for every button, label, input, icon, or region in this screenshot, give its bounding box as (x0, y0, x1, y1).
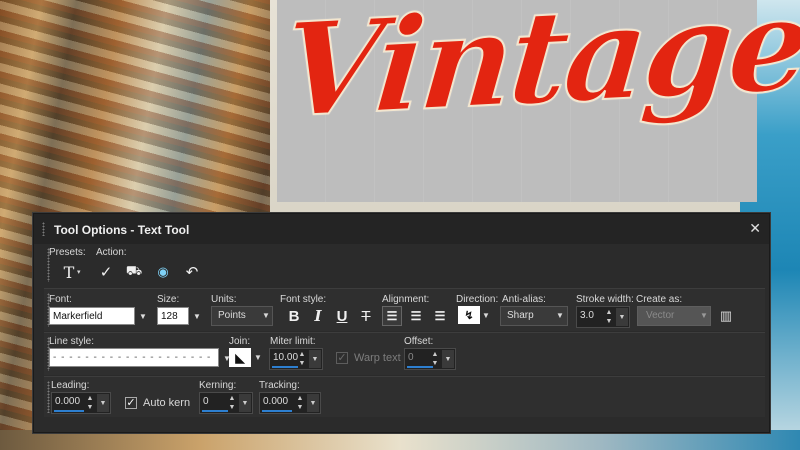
size-field[interactable]: 128 (157, 307, 189, 325)
drag-grip[interactable] (42, 222, 45, 236)
chevron-down-icon[interactable]: ▼ (262, 311, 270, 320)
chevron-down-icon[interactable]: ▼ (616, 308, 628, 326)
spin-arrows-icon[interactable]: ▲ ▼ (429, 350, 441, 368)
stroke-width-label: Stroke width: (576, 294, 634, 305)
direction-label: Direction: (456, 294, 499, 305)
join-label: Join: (229, 336, 251, 347)
leading-value: 0.000 (55, 396, 81, 407)
photo-bottom-strip (0, 430, 800, 450)
chevron-down-icon[interactable]: ▼ (137, 307, 149, 325)
kerning-value: 0 (203, 396, 209, 407)
leading-slider[interactable] (54, 410, 84, 412)
spin-arrows-icon[interactable]: ▲ ▼ (84, 394, 96, 412)
align-right-icon[interactable]: ☰ (430, 306, 450, 326)
warp-text-label: Warp text (354, 352, 401, 364)
kerning-spinner[interactable]: 0 ▲ ▼ ▼ (199, 392, 253, 414)
align-left-icon[interactable]: ☰ (382, 306, 402, 326)
stroke-width-spinner[interactable]: 3.0 ▲ ▼ ▼ (576, 306, 630, 328)
font-label: Font: (49, 294, 72, 305)
font-style-label: Font style: (280, 294, 327, 305)
warp-text-checkbox[interactable]: ✓ (336, 352, 348, 364)
offset-spinner[interactable]: 0 ▲ ▼ ▼ (404, 348, 456, 370)
font-field[interactable]: Markerfield (49, 307, 135, 325)
font-row: Font: Markerfield ▼ Size: 128 ▼ Units: P… (44, 288, 765, 331)
underline-button[interactable]: U (332, 306, 352, 326)
size-label: Size: (157, 294, 180, 305)
strikethrough-button[interactable]: T (356, 306, 376, 326)
chevron-down-icon[interactable]: ▼ (191, 307, 203, 325)
tracking-spinner[interactable]: 0.000 ▲ ▼ ▼ (259, 392, 321, 414)
auto-kern-label: Auto kern (143, 397, 191, 409)
join-style-icon[interactable]: ◣ (229, 348, 251, 367)
leading-spinner[interactable]: 0.000 ▲ ▼ ▼ (51, 392, 111, 414)
vintage-text[interactable]: Vintage (276, 0, 800, 148)
convert-to-path-icon[interactable]: ⛟ (124, 262, 144, 282)
units-label: Units: (211, 294, 237, 305)
chevron-down-icon[interactable]: ▼ (239, 394, 251, 412)
miter-limit-value: 10.00 (273, 352, 299, 363)
kerning-slider[interactable] (202, 410, 228, 412)
tracking-slider[interactable] (262, 410, 292, 412)
italic-button[interactable]: I (308, 306, 328, 326)
presets-label: Presets: (49, 247, 86, 258)
spacing-row: Leading: 0.000 ▲ ▼ ▼ ✓ Auto kern Kerning:… (44, 376, 765, 417)
text-properties-icon[interactable]: ▥ (716, 306, 736, 326)
line-style-dropdown[interactable]: - - - - - - - - - - - - - - - - - - - - … (49, 348, 219, 367)
undo-icon[interactable]: ↶ (182, 262, 202, 282)
text-direction-icon[interactable]: ↯ (458, 306, 480, 324)
auto-kern-checkbox[interactable]: ✓ (125, 397, 137, 409)
spin-arrows-icon[interactable]: ▲ ▼ (296, 350, 308, 368)
eye-icon[interactable]: ◉ (153, 262, 173, 282)
presets-row: Presets: Action: T ▾ ✓ ⛟ ◉ ↶ (44, 244, 765, 286)
spin-arrows-icon[interactable]: ▲ ▼ (226, 394, 238, 412)
kerning-label: Kerning: (199, 380, 237, 391)
anti-alias-label: Anti-alias: (502, 294, 546, 305)
row-grip[interactable] (47, 381, 50, 413)
panel-titlebar[interactable]: Tool Options - Text Tool ✕ (34, 214, 769, 244)
spin-arrows-icon[interactable]: ▲ ▼ (294, 394, 306, 412)
bold-button[interactable]: B (284, 306, 304, 326)
chevron-down-icon[interactable]: ▼ (97, 394, 109, 412)
spin-arrows-icon[interactable]: ▲ ▼ (603, 308, 615, 326)
chevron-down-icon[interactable]: ▼ (309, 350, 321, 368)
chevron-down-icon[interactable]: ▼ (556, 311, 564, 320)
miter-limit-label: Miter limit: (270, 336, 316, 347)
stroke-width-value: 3.0 (580, 310, 594, 321)
offset-value: 0 (408, 352, 414, 363)
tracking-label: Tracking: (259, 380, 300, 391)
apply-icon[interactable]: ✓ (96, 262, 116, 282)
miter-limit-slider[interactable] (272, 366, 298, 368)
chevron-down-icon[interactable]: ▼ (307, 394, 319, 412)
line-style-row: Line style: - - - - - - - - - - - - - - … (44, 332, 765, 375)
leading-label: Leading: (51, 380, 90, 391)
offset-label: Offset: (404, 336, 434, 347)
create-as-label: Create as: (636, 294, 683, 305)
miter-limit-spinner[interactable]: 10.00 ▲ ▼ ▼ (269, 348, 323, 370)
alignment-label: Alignment: (382, 294, 430, 305)
chevron-down-icon[interactable]: ▼ (700, 311, 708, 320)
line-style-label: Line style: (49, 336, 95, 347)
chevron-down-icon[interactable]: ▼ (254, 353, 262, 362)
tool-options-panel: Tool Options - Text Tool ✕ Presets: Acti… (33, 213, 770, 433)
chevron-down-icon[interactable]: ▼ (482, 311, 490, 320)
action-label: Action: (96, 247, 127, 258)
chevron-down-icon[interactable]: ▼ (442, 350, 454, 368)
panel-title: Tool Options - Text Tool (54, 223, 190, 237)
text-presets-icon[interactable]: T (59, 262, 79, 282)
align-center-icon[interactable]: ☰ (406, 306, 426, 326)
close-icon[interactable]: ✕ (749, 220, 761, 237)
tracking-value: 0.000 (263, 396, 289, 407)
chevron-down-icon[interactable]: ▾ (77, 268, 81, 276)
